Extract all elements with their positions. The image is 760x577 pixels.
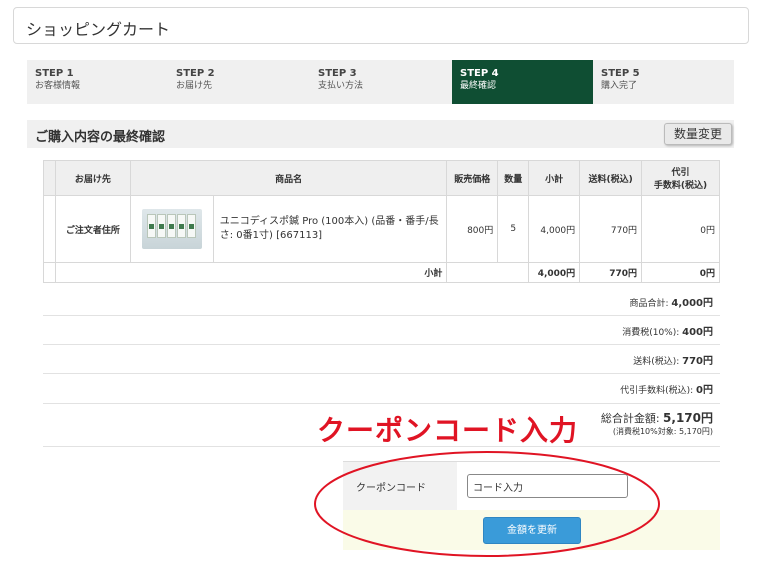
step-label: 購入完了: [601, 81, 638, 91]
coupon-label: クーポンコード: [356, 483, 426, 494]
price-cell: 800円: [446, 195, 499, 263]
spacer-cell: [43, 160, 56, 196]
coupon-button-area: 金額を更新: [343, 510, 720, 550]
items-total-row: 商品合計: 4,000円: [43, 289, 720, 316]
cod-fee-row: 代引手数料(税込): 0円: [43, 374, 720, 404]
subtotal-row: 小計 4,000円 770円 0円: [43, 262, 720, 283]
page-header: ショッピングカート: [13, 7, 749, 44]
table-header-row: お届け先 商品名 販売価格 数量 小計 送料(税込) 代引 手数料(税込): [43, 160, 720, 196]
subtotal-cell: 4,000円: [528, 195, 581, 263]
update-total-button[interactable]: 金額を更新: [483, 517, 581, 544]
coupon-label-cell: クーポンコード: [343, 462, 457, 510]
step-1: STEP 1 お客様情報: [27, 60, 168, 104]
shipping-label: 送料(税込):: [633, 357, 683, 367]
product-name[interactable]: ユニコディスポ鍼 Pro (100本入) (品番・番手/長さ: 0番1寸) [6…: [212, 195, 448, 263]
cod-header-line1: 代引: [671, 168, 690, 178]
shipping-row: 送料(税込): 770円: [43, 345, 720, 374]
subtotal-amount: 4,000円: [528, 262, 581, 283]
destination-cell: ご注文者住所: [54, 195, 131, 263]
shipping-cell: 770円: [579, 195, 643, 263]
col-header-shipping: 送料(税込): [579, 160, 643, 196]
step-2: STEP 2 お届け先: [168, 60, 309, 104]
grand-total-label: 総合計金額:: [600, 412, 664, 425]
tax-value: 400円: [682, 327, 713, 338]
step-4-active: STEP 4 最終確認: [452, 60, 593, 104]
table-row: ご注文者住所 ユニコディスポ鍼 Pro (100本入) (品番・番手/長さ: 0…: [43, 195, 720, 263]
step-number: STEP 5: [601, 68, 640, 79]
items-total-value: 4,000円: [671, 298, 713, 309]
step-number: STEP 3: [318, 68, 357, 79]
cod-header-line2: 手数料(税込): [653, 181, 708, 191]
col-header-price: 販売価格: [446, 160, 499, 196]
coupon-input-cell: [457, 462, 720, 510]
qty-cell: 5: [497, 195, 530, 263]
shipping-value: 770円: [682, 356, 713, 367]
page-title: ショッピングカート: [26, 20, 171, 39]
col-header-destination: お届け先: [54, 160, 131, 196]
section-title: ご購入内容の最終確認: [35, 130, 166, 145]
coupon-code-input[interactable]: [467, 474, 628, 498]
empty-cell: [446, 262, 530, 283]
col-header-product: 商品名: [129, 160, 448, 196]
tax-row: 消費税(10%): 400円: [43, 316, 720, 345]
step-number: STEP 4: [460, 68, 499, 79]
grand-total-value: 5,170円: [663, 411, 713, 425]
cart-table: お届け先 商品名 販売価格 数量 小計 送料(税込) 代引 手数料(税込) ご注…: [43, 160, 720, 283]
step-number: STEP 2: [176, 68, 215, 79]
col-header-cod: 代引 手数料(税込): [641, 160, 720, 196]
coupon-section: クーポンコード 金額を更新: [343, 461, 720, 550]
spacer-cell: [43, 195, 56, 263]
tax-label: 消費税(10%):: [622, 328, 683, 338]
cod-fee-label: 代引手数料(税込):: [620, 386, 697, 396]
subtotal-label: 小計: [54, 262, 448, 283]
final-confirmation-header: ご購入内容の最終確認 数量変更: [27, 120, 734, 148]
coupon-annotation-text: クーポンコード入力: [317, 414, 579, 447]
subtotal-cod: 0円: [641, 262, 720, 283]
product-image-cell: [129, 195, 214, 263]
product-thumbnail[interactable]: [141, 209, 202, 249]
step-label: 支払い方法: [318, 81, 364, 91]
items-total-label: 商品合計:: [629, 299, 672, 309]
step-5: STEP 5 購入完了: [593, 60, 734, 104]
change-quantity-button[interactable]: 数量変更: [664, 123, 732, 145]
step-label: お客様情報: [35, 81, 81, 91]
subtotal-shipping: 770円: [579, 262, 643, 283]
checkout-steps: STEP 1 お客様情報 STEP 2 お届け先 STEP 3 支払い方法 ST…: [27, 60, 734, 104]
step-label: お届け先: [176, 81, 213, 91]
col-header-qty: 数量: [497, 160, 530, 196]
step-number: STEP 1: [35, 68, 74, 79]
spacer-cell: [43, 262, 56, 283]
step-3: STEP 3 支払い方法: [310, 60, 451, 104]
col-header-subtotal: 小計: [528, 160, 581, 196]
cod-fee-value: 0円: [696, 385, 713, 396]
step-label: 最終確認: [460, 81, 497, 91]
cod-cell: 0円: [641, 195, 720, 263]
